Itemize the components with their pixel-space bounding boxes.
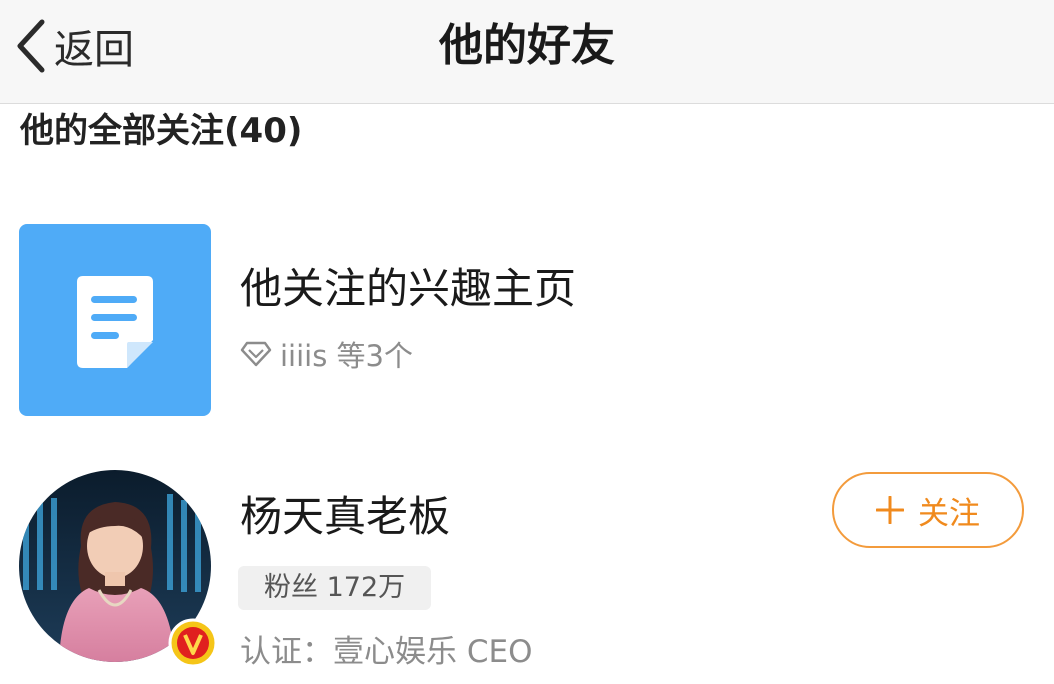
interest-subtitle-text: iiiis 等3个 [280, 339, 414, 373]
follow-label: 关注 [918, 495, 980, 532]
verified-v-icon [168, 618, 218, 668]
interest-title: 他关注的兴趣主页 [240, 264, 577, 313]
interest-tile [19, 224, 211, 416]
page-title: 他的好友 [439, 20, 615, 71]
interest-subtitle: iiiis 等3个 [240, 334, 413, 374]
plus-icon [876, 496, 904, 524]
section-title: 他的全部关注(40) [20, 111, 303, 151]
nav-bar: 返回 他的好友 [0, 0, 1054, 104]
user-name[interactable]: 杨天真老板 [240, 490, 450, 544]
diamond-icon [240, 341, 272, 367]
interest-pages-row[interactable]: 他关注的兴趣主页 iiiis 等3个 [0, 222, 1054, 418]
follow-button[interactable]: 关注 [832, 472, 1024, 548]
document-icon [77, 276, 153, 368]
fans-count-badge: 粉丝 172万 [238, 566, 432, 610]
verification-info: 认证：壹心娱乐 CEO [240, 634, 533, 670]
user-row[interactable]: 杨天真老板 粉丝 172万 认证：壹心娱乐 CEO 关注 [0, 466, 1054, 684]
